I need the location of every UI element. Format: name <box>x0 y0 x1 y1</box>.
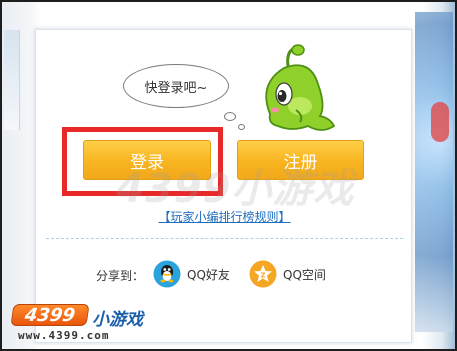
share-qzone-button[interactable]: Z QQ空间 <box>249 258 326 290</box>
qzone-star-icon: Z <box>249 260 277 288</box>
screenshot-frame: 快登录吧~ 登录 注册 4399小游戏 【玩家小编排行榜规则】 分享到： QQ好… <box>0 0 457 351</box>
share-qq-label: QQ好友 <box>187 267 230 282</box>
divider <box>46 238 403 239</box>
background-decoration <box>431 102 449 142</box>
brand-logo-url: www.4399.com <box>18 329 110 342</box>
background-page-left <box>4 30 20 130</box>
share-qq-button[interactable]: QQ好友 <box>153 258 230 290</box>
rules-link[interactable]: 【玩家小编排行榜规则】 <box>36 208 413 225</box>
brand-logo-title: 小游戏 <box>92 310 143 330</box>
background-page-right <box>415 12 453 332</box>
register-button-label: 注册 <box>283 152 318 173</box>
speech-bubble: 快登录吧~ <box>123 64 229 108</box>
login-button-label: 登录 <box>130 152 164 173</box>
login-dialog: 快登录吧~ 登录 注册 4399小游戏 【玩家小编排行榜规则】 分享到： QQ好… <box>35 29 412 343</box>
share-qzone-label: QQ空间 <box>283 267 326 282</box>
share-label: 分享到： <box>96 269 145 283</box>
speech-bubble-text: 快登录吧~ <box>144 80 208 96</box>
brand-logo-badge: 4399 <box>10 304 90 326</box>
speech-bubble-tail-dot <box>238 124 245 130</box>
qq-penguin-icon <box>153 260 181 288</box>
svg-text:Z: Z <box>260 272 265 280</box>
login-button[interactable]: 登录 <box>83 140 211 180</box>
register-button[interactable]: 注册 <box>237 140 364 180</box>
brand-logo: 4399 小游戏 www.4399.com <box>10 302 147 348</box>
speech-bubble-tail-dot <box>224 112 236 121</box>
green-creature-icon <box>265 44 336 131</box>
